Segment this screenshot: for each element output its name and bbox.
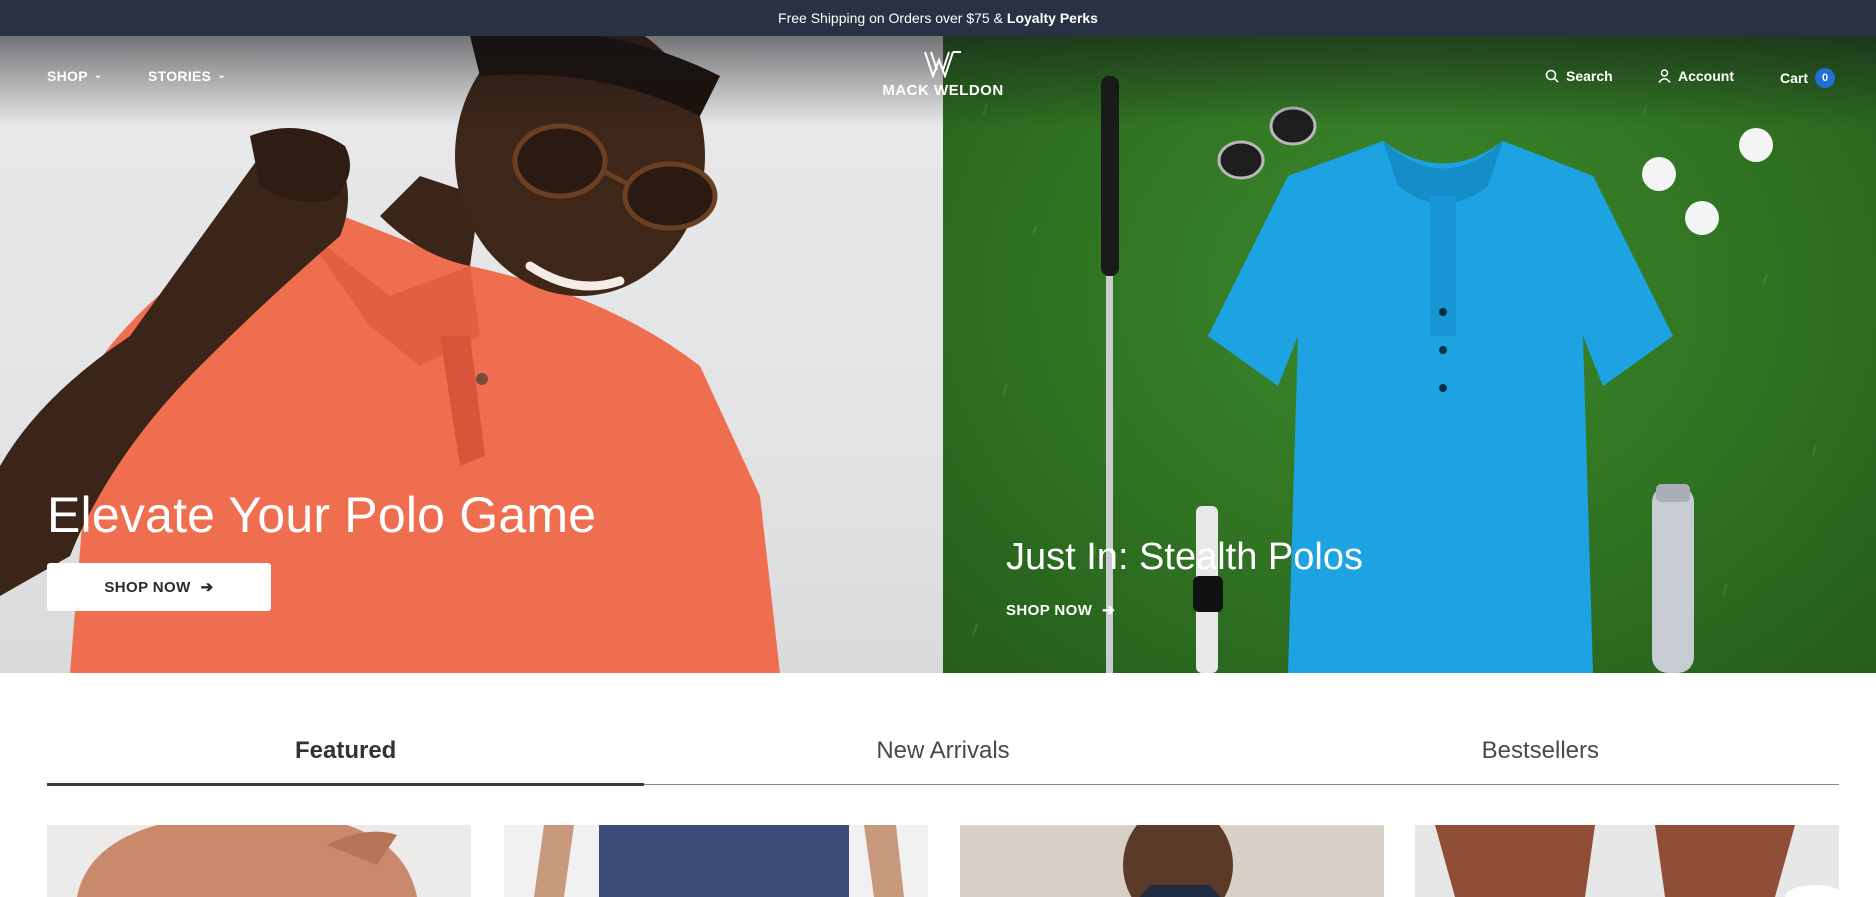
product-image [1415, 825, 1839, 897]
tab-new-arrivals[interactable]: New Arrivals [644, 727, 1241, 784]
site-header: SHOP ⌄ STORIES ⌄ MACK WELDON Search Acco… [0, 36, 1876, 118]
product-card[interactable] [504, 825, 928, 897]
product-card[interactable] [47, 825, 471, 897]
user-icon [1658, 69, 1671, 83]
chevron-down-icon: ⌄ [217, 69, 226, 81]
announcement-bar: Free Shipping on Orders over $75 & Loyal… [0, 0, 1876, 36]
logo-text: MACK WELDON [882, 82, 1004, 99]
hero-right-cta-label: SHOP NOW [1006, 601, 1093, 619]
nav-stories-label: STORIES [148, 68, 212, 84]
cart-link[interactable]: Cart 0 [1780, 68, 1836, 88]
nav-stories[interactable]: STORIES ⌄ [148, 68, 226, 84]
product-grid [47, 825, 1839, 897]
logo-mark-icon [924, 51, 961, 78]
arrow-right-icon: ➔ [1102, 602, 1116, 619]
product-image [47, 825, 471, 897]
cart-count-badge: 0 [1815, 68, 1836, 88]
nav-shop[interactable]: SHOP ⌄ [47, 68, 103, 84]
hero-left-shop-now-button[interactable]: SHOP NOW ➔ [47, 563, 271, 611]
hero-right-title: Just In: Stealth Polos [1006, 536, 1363, 578]
announcement-loyalty-link[interactable]: Loyalty Perks [1007, 10, 1098, 26]
search-label: Search [1566, 68, 1613, 84]
announcement-text: Free Shipping on Orders over $75 & [778, 10, 1003, 26]
search-link[interactable]: Search [1545, 68, 1613, 84]
search-icon [1545, 69, 1559, 83]
product-card[interactable] [960, 825, 1384, 897]
product-image [504, 825, 928, 897]
product-tabs: Featured New Arrivals Bestsellers [47, 727, 1839, 786]
chevron-down-icon: ⌄ [93, 69, 103, 81]
tab-featured[interactable]: Featured [47, 727, 645, 786]
product-image [960, 825, 1384, 897]
nav-shop-label: SHOP [47, 68, 88, 84]
cart-label: Cart [1780, 70, 1809, 86]
tab-bestsellers[interactable]: Bestsellers [1242, 727, 1839, 784]
hero-left-title: Elevate Your Polo Game [47, 487, 597, 543]
hero-left-cta-label: SHOP NOW [104, 578, 191, 596]
arrow-right-icon: ➔ [200, 579, 214, 596]
brand-logo[interactable]: MACK WELDON [881, 50, 1005, 99]
account-link[interactable]: Account [1658, 68, 1734, 84]
account-label: Account [1678, 68, 1734, 84]
hero-right-shop-now-link[interactable]: SHOP NOW ➔ [1006, 601, 1116, 620]
product-card[interactable] [1415, 825, 1839, 897]
hero-banner: Elevate Your Polo Game [0, 36, 1876, 673]
